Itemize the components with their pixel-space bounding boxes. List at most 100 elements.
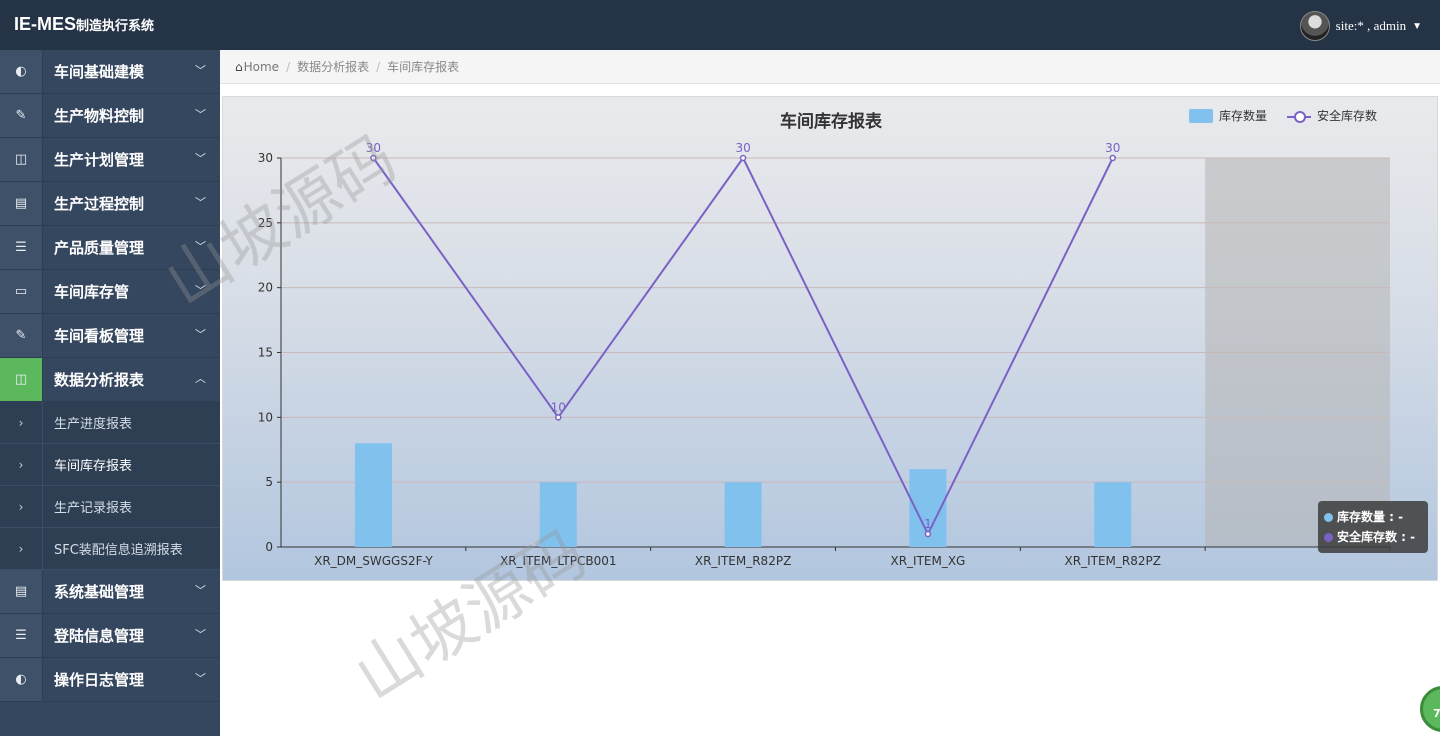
x-tick-label: XR_ITEM_R82PZ — [695, 554, 791, 568]
tooltip-dot — [1324, 513, 1333, 522]
sidebar: ◐ 车间基础建模 ﹀ ✎ 生产物料控制 ﹀ ◫ 生产计划管理 ﹀ ▤ 生产过程控… — [0, 50, 220, 736]
sidebar-subitem-label: 车间库存报表 — [54, 459, 133, 474]
book-icon: ▤ — [0, 182, 43, 225]
sidebar-subitem-inventory-report[interactable]: › 车间库存报表 — [0, 444, 220, 486]
sidebar-item-operation-log[interactable]: ◐ 操作日志管理 ﹀ — [0, 658, 220, 702]
sidebar-item-inventory[interactable]: ▭ 车间库存管 ﹀ — [0, 270, 220, 314]
sidebar-item-process-control[interactable]: ▤ 生产过程控制 ﹀ — [0, 182, 220, 226]
legend-label-stock[interactable]: 库存数量 — [1219, 107, 1267, 124]
x-tick-label: XR_ITEM_XG — [890, 554, 965, 568]
sidebar-item-data-reports[interactable]: ◫ 数据分析报表 ︿ — [0, 358, 220, 402]
legend-bar-swatch[interactable] — [1188, 108, 1213, 123]
tooltip-row: 库存数量 : - — [1324, 507, 1422, 527]
sidebar-item-workshop-modeling[interactable]: ◐ 车间基础建模 ﹀ — [0, 50, 220, 94]
sidebar-subitem-label: SFC装配信息追溯报表 — [54, 543, 183, 558]
chevron-down-icon: ﹀ — [195, 152, 206, 165]
legend-label-safety[interactable]: 安全库存数 — [1317, 107, 1377, 124]
point-safety-stock — [924, 530, 932, 538]
point-safety-stock — [1109, 154, 1116, 162]
line-safety-stock — [372, 156, 1114, 537]
sidebar-item-label: 系统基础管理 — [54, 583, 145, 601]
columns-icon: ◫ — [0, 138, 43, 181]
edit-icon: ✎ — [0, 314, 43, 357]
bar-stock — [539, 482, 577, 547]
sidebar-item-label: 数据分析报表 — [54, 371, 145, 389]
bar-stock — [1094, 482, 1132, 547]
chevron-right-icon: › — [0, 402, 43, 443]
point-safety-stock — [370, 154, 377, 162]
sidebar-item-dashboard[interactable]: ✎ 车间看板管理 ﹀ — [0, 314, 220, 358]
data-label-safety-stock: 30 — [735, 141, 750, 155]
sidebar-item-label: 车间基础建模 — [54, 63, 145, 81]
edit-icon: ✎ — [0, 94, 43, 137]
sidebar-subitem-record-report[interactable]: › 生产记录报表 — [0, 486, 220, 528]
sidebar-item-material-control[interactable]: ✎ 生产物料控制 ﹀ — [0, 94, 220, 138]
chevron-down-icon: ﹀ — [195, 584, 206, 597]
folder-icon: ▭ — [0, 270, 43, 313]
sidebar-subitem-sfc-trace-report[interactable]: › SFC装配信息追溯报表 — [0, 528, 220, 570]
sidebar-item-login-info[interactable]: ☰ 登陆信息管理 ﹀ — [0, 614, 220, 658]
columns-icon: ◫ — [0, 358, 43, 401]
inventory-chart: 0 5 10 15 20 25 30 XR_DM_SWGGS2F-Y XR_ITEM_LTPCB… — [258, 141, 1391, 568]
chevron-down-icon: ﹀ — [195, 672, 206, 685]
tooltip-label: 库存数量 : - — [1337, 510, 1404, 524]
data-label-safety-stock: 30 — [366, 141, 381, 155]
sidebar-item-label: 车间看板管理 — [54, 327, 145, 345]
sidebar-subitem-label: 生产进度报表 — [54, 417, 133, 432]
data-label-safety-stock: 10 — [551, 400, 566, 414]
floating-badge[interactable]: 74 — [1420, 686, 1440, 732]
home-icon[interactable]: ⌂ — [235, 60, 243, 74]
sidebar-subitem-progress-report[interactable]: › 生产进度报表 — [0, 402, 220, 444]
chart-panel: 0 5 10 15 20 25 30 XR_DM_SWGGS2F-Y XR_ITEM_LTPCB… — [222, 96, 1438, 581]
app-brand[interactable]: IE-MES制造执行系统 — [14, 14, 154, 35]
list-icon: ☰ — [0, 614, 43, 657]
data-label-safety-stock: 1 — [924, 517, 932, 531]
chevron-right-icon: › — [0, 486, 43, 527]
breadcrumb-home[interactable]: Home — [244, 60, 279, 74]
tooltip-row: 安全库存数 : - — [1324, 527, 1422, 547]
user-menu[interactable]: site:* , admin ▼ — [1299, 11, 1422, 41]
breadcrumb-separator: / — [286, 59, 291, 74]
bar-stock — [724, 482, 762, 547]
bar-stock — [354, 443, 392, 547]
y-tick-label: 30 — [258, 151, 273, 165]
sidebar-item-system-basics[interactable]: ▤ 系统基础管理 ﹀ — [0, 570, 220, 614]
dashboard-icon: ◐ — [0, 50, 43, 93]
chevron-right-icon: › — [0, 444, 43, 485]
top-bar: IE-MES制造执行系统 site:* , admin ▼ — [0, 0, 1440, 50]
chart-tooltip: 库存数量 : - 安全库存数 : - — [1318, 501, 1428, 553]
y-tick-label: 25 — [258, 216, 273, 230]
breadcrumb-level1[interactable]: 数据分析报表 — [297, 58, 369, 75]
x-tick-label: XR_DM_SWGGS2F-Y — [314, 554, 433, 568]
legend-line-swatch[interactable] — [1286, 109, 1311, 123]
chevron-down-icon: ﹀ — [195, 628, 206, 641]
y-tick-label: 0 — [265, 540, 273, 554]
app-subtitle: 制造执行系统 — [76, 18, 155, 33]
breadcrumb: ⌂ Home / 数据分析报表 / 车间库存报表 — [220, 50, 1440, 84]
tooltip-dot — [1324, 533, 1333, 542]
chevron-down-icon: ﹀ — [195, 284, 206, 297]
avatar — [1299, 11, 1330, 41]
y-tick-label: 20 — [258, 281, 273, 295]
sidebar-item-label: 产品质量管理 — [54, 239, 145, 257]
chevron-down-icon: ﹀ — [195, 64, 206, 77]
chevron-down-icon: ﹀ — [195, 108, 206, 121]
list-icon: ☰ — [0, 226, 43, 269]
data-label-safety-stock: 30 — [1105, 141, 1120, 155]
y-tick-label: 15 — [258, 346, 273, 360]
point-safety-stock — [739, 154, 747, 162]
chevron-down-icon: ﹀ — [195, 196, 206, 209]
book-icon: ▤ — [0, 570, 43, 613]
x-tick-label: XR_ITEM_LTPCB001 — [500, 554, 616, 568]
sidebar-item-label: 登陆信息管理 — [54, 627, 145, 645]
sidebar-item-label: 生产过程控制 — [54, 195, 145, 213]
sidebar-item-quality[interactable]: ☰ 产品质量管理 ﹀ — [0, 226, 220, 270]
chevron-up-icon: ︿ — [195, 372, 206, 385]
sidebar-item-label: 操作日志管理 — [54, 671, 145, 689]
dashboard-icon: ◐ — [0, 658, 43, 701]
breadcrumb-separator: / — [376, 59, 381, 74]
sidebar-subitem-label: 生产记录报表 — [54, 501, 133, 516]
chevron-down-icon: ﹀ — [195, 328, 206, 341]
sidebar-item-production-plan[interactable]: ◫ 生产计划管理 ﹀ — [0, 138, 220, 182]
tooltip-label: 安全库存数 : - — [1337, 530, 1416, 544]
